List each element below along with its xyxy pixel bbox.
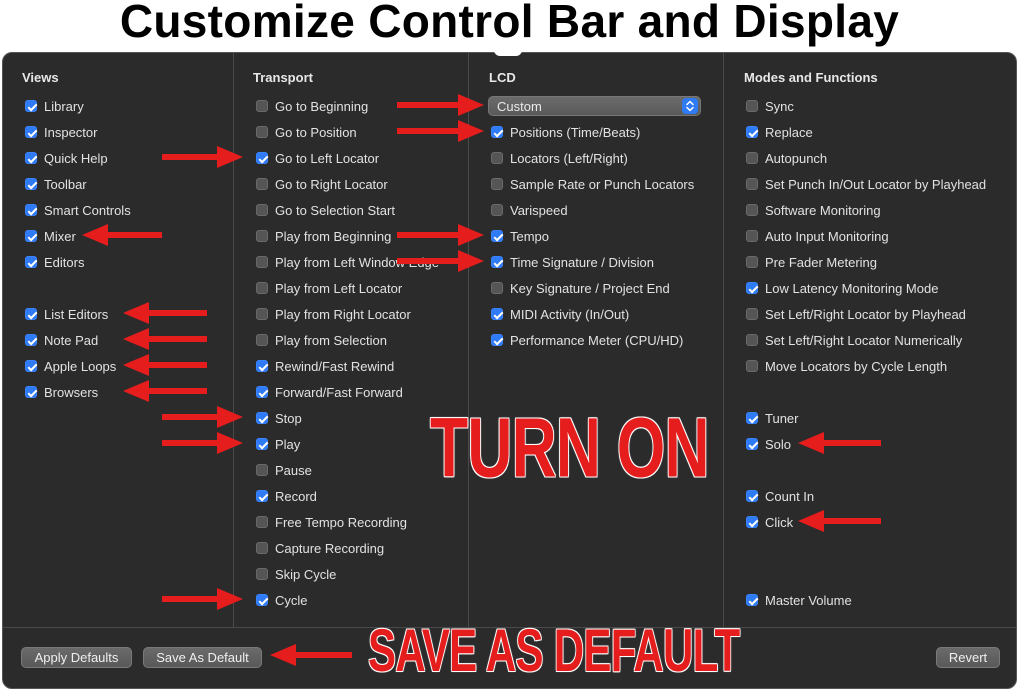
annotation-arrow-shaft — [824, 518, 881, 524]
annotation-arrow-head — [458, 94, 484, 116]
annotation-arrow-shaft — [149, 310, 207, 316]
annotation-arrow-head — [798, 510, 824, 532]
annotation-arrow-head — [458, 120, 484, 142]
annotation-arrow-head — [217, 146, 243, 168]
annotation-arrow-shaft — [397, 258, 458, 264]
annotation-arrow-shaft — [162, 154, 217, 160]
annotation-arrow-shaft — [162, 440, 217, 446]
annotation-arrow-head — [82, 224, 108, 246]
annotation-arrow-head — [270, 644, 296, 666]
save-as-default-annotation: SAVE AS DEFAULT — [368, 617, 740, 684]
annotation-arrow-head — [217, 432, 243, 454]
annotation-arrow-shaft — [397, 102, 458, 108]
annotation-arrow-head — [123, 354, 149, 376]
annotation-arrow-head — [798, 432, 824, 454]
annotation-arrow-head — [123, 302, 149, 324]
annotation-arrow-head — [123, 380, 149, 402]
annotation-arrow-head — [458, 224, 484, 246]
annotation-arrow-shaft — [149, 388, 207, 394]
annotation-arrow-shaft — [108, 232, 162, 238]
annotation-arrow-shaft — [162, 414, 217, 420]
turn-on-annotation: TURN ON — [430, 401, 710, 495]
annotation-arrow-shaft — [149, 362, 207, 368]
annotation-arrow-head — [217, 406, 243, 428]
annotation-arrow-shaft — [824, 440, 881, 446]
annotation-arrow-head — [217, 588, 243, 610]
annotation-arrow-head — [123, 328, 149, 350]
annotation-arrow-shaft — [296, 652, 352, 658]
annotation-arrow-shaft — [149, 336, 207, 342]
annotation-arrow-shaft — [397, 128, 458, 134]
annotation-arrow-shaft — [162, 596, 217, 602]
annotation-arrow-shaft — [397, 232, 458, 238]
annotation-arrow-head — [458, 250, 484, 272]
annotation-arrows — [82, 94, 881, 666]
